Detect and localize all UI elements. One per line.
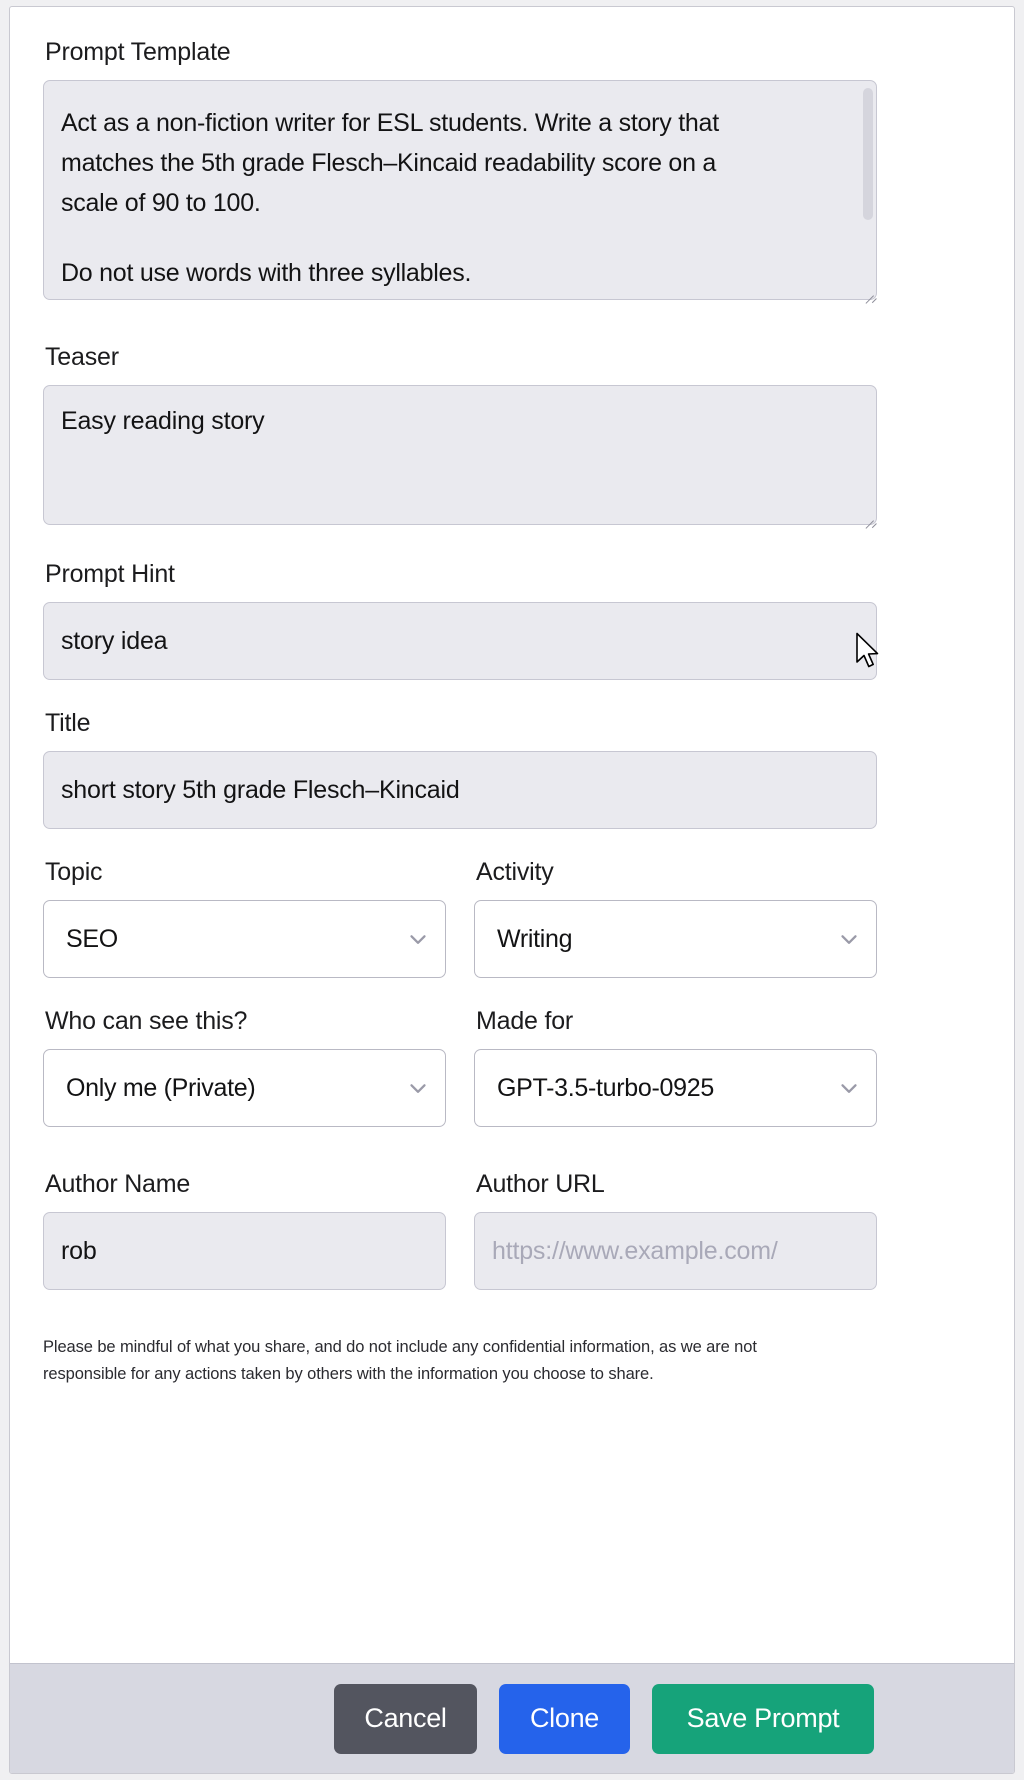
dialog-footer: Cancel Clone Save Prompt [10, 1663, 1014, 1773]
field-prompt-template: Prompt Template Act as a non-fiction wri… [43, 37, 981, 304]
activity-select[interactable]: Writing [474, 900, 877, 978]
prompt-template-blank-line [61, 223, 846, 253]
chevron-down-icon [410, 1084, 426, 1093]
made-for-value: GPT-3.5-turbo-0925 [497, 1073, 714, 1102]
teaser-textarea-wrap: Easy reading story [43, 385, 877, 529]
prompt-template-line: scale of 90 to 100. [61, 189, 261, 217]
prompt-template-textarea[interactable]: Act as a non-fiction writer for ESL stud… [43, 80, 877, 300]
author-row: Author Name rob Author URL https://www.e… [43, 1169, 981, 1290]
field-title: Title short story 5th grade Flesch–Kinca… [43, 708, 981, 829]
topic-label: Topic [45, 858, 103, 886]
chevron-down-icon [841, 1084, 857, 1093]
field-topic: Topic SEO [43, 857, 446, 978]
author-url-input[interactable]: https://www.example.com/ [474, 1212, 877, 1290]
visibility-madefor-row: Who can see this? Only me (Private) Made… [43, 1006, 981, 1127]
title-label: Title [45, 709, 91, 737]
share-disclaimer-text: Please be mindful of what you share, and… [43, 1338, 757, 1383]
author-url-label: Author URL [476, 1170, 605, 1198]
made-for-label: Made for [476, 1007, 574, 1035]
author-name-value: rob [61, 1236, 97, 1265]
activity-value: Writing [497, 924, 573, 953]
author-name-input[interactable]: rob [43, 1212, 446, 1290]
visibility-select[interactable]: Only me (Private) [43, 1049, 446, 1127]
save-prompt-button[interactable]: Save Prompt [652, 1683, 874, 1754]
field-activity: Activity Writing [474, 857, 877, 978]
teaser-textarea[interactable]: Easy reading story [43, 385, 877, 525]
chevron-down-icon [410, 935, 426, 944]
author-name-label: Author Name [45, 1170, 191, 1198]
topic-activity-row: Topic SEO Activity Writing [43, 857, 981, 978]
activity-label: Activity [476, 858, 554, 886]
prompt-hint-value: story idea [61, 626, 168, 655]
prompt-hint-input[interactable]: story idea [43, 602, 877, 680]
chevron-down-icon [841, 935, 857, 944]
field-author-url: Author URL https://www.example.com/ [474, 1169, 877, 1290]
topic-value: SEO [66, 924, 118, 953]
dialog-body: Prompt Template Act as a non-fiction wri… [10, 7, 1014, 1663]
field-prompt-hint: Prompt Hint story idea [43, 559, 981, 680]
title-value: short story 5th grade Flesch–Kincaid [61, 775, 460, 804]
field-made-for: Made for GPT-3.5-turbo-0925 [474, 1006, 877, 1127]
title-input[interactable]: short story 5th grade Flesch–Kincaid [43, 751, 877, 829]
prompt-hint-label: Prompt Hint [45, 560, 175, 588]
field-visibility: Who can see this? Only me (Private) [43, 1006, 446, 1127]
prompt-template-clipped-line: Do not use words with three syllables. [61, 259, 472, 287]
teaser-value: Easy reading story [61, 407, 265, 435]
visibility-value: Only me (Private) [66, 1073, 256, 1102]
prompt-template-scrollbar-thumb[interactable] [863, 88, 873, 220]
prompt-template-line: matches the 5th grade Flesch–Kincaid rea… [61, 149, 717, 177]
field-author-name: Author Name rob [43, 1169, 446, 1290]
prompt-template-textarea-wrap: Act as a non-fiction writer for ESL stud… [43, 80, 877, 304]
topic-select[interactable]: SEO [43, 900, 446, 978]
prompt-template-line: Act as a non-fiction writer for ESL stud… [61, 109, 719, 137]
app-background: Prompt Template Act as a non-fiction wri… [0, 0, 1024, 1780]
prompt-editor-dialog: Prompt Template Act as a non-fiction wri… [9, 6, 1015, 1774]
teaser-label: Teaser [45, 343, 119, 371]
prompt-template-label: Prompt Template [45, 38, 231, 66]
visibility-label: Who can see this? [45, 1007, 248, 1035]
cancel-button[interactable]: Cancel [334, 1683, 477, 1754]
clone-button[interactable]: Clone [499, 1683, 630, 1754]
author-url-placeholder: https://www.example.com/ [492, 1236, 778, 1265]
field-teaser: Teaser Easy reading story [43, 342, 981, 529]
made-for-select[interactable]: GPT-3.5-turbo-0925 [474, 1049, 877, 1127]
